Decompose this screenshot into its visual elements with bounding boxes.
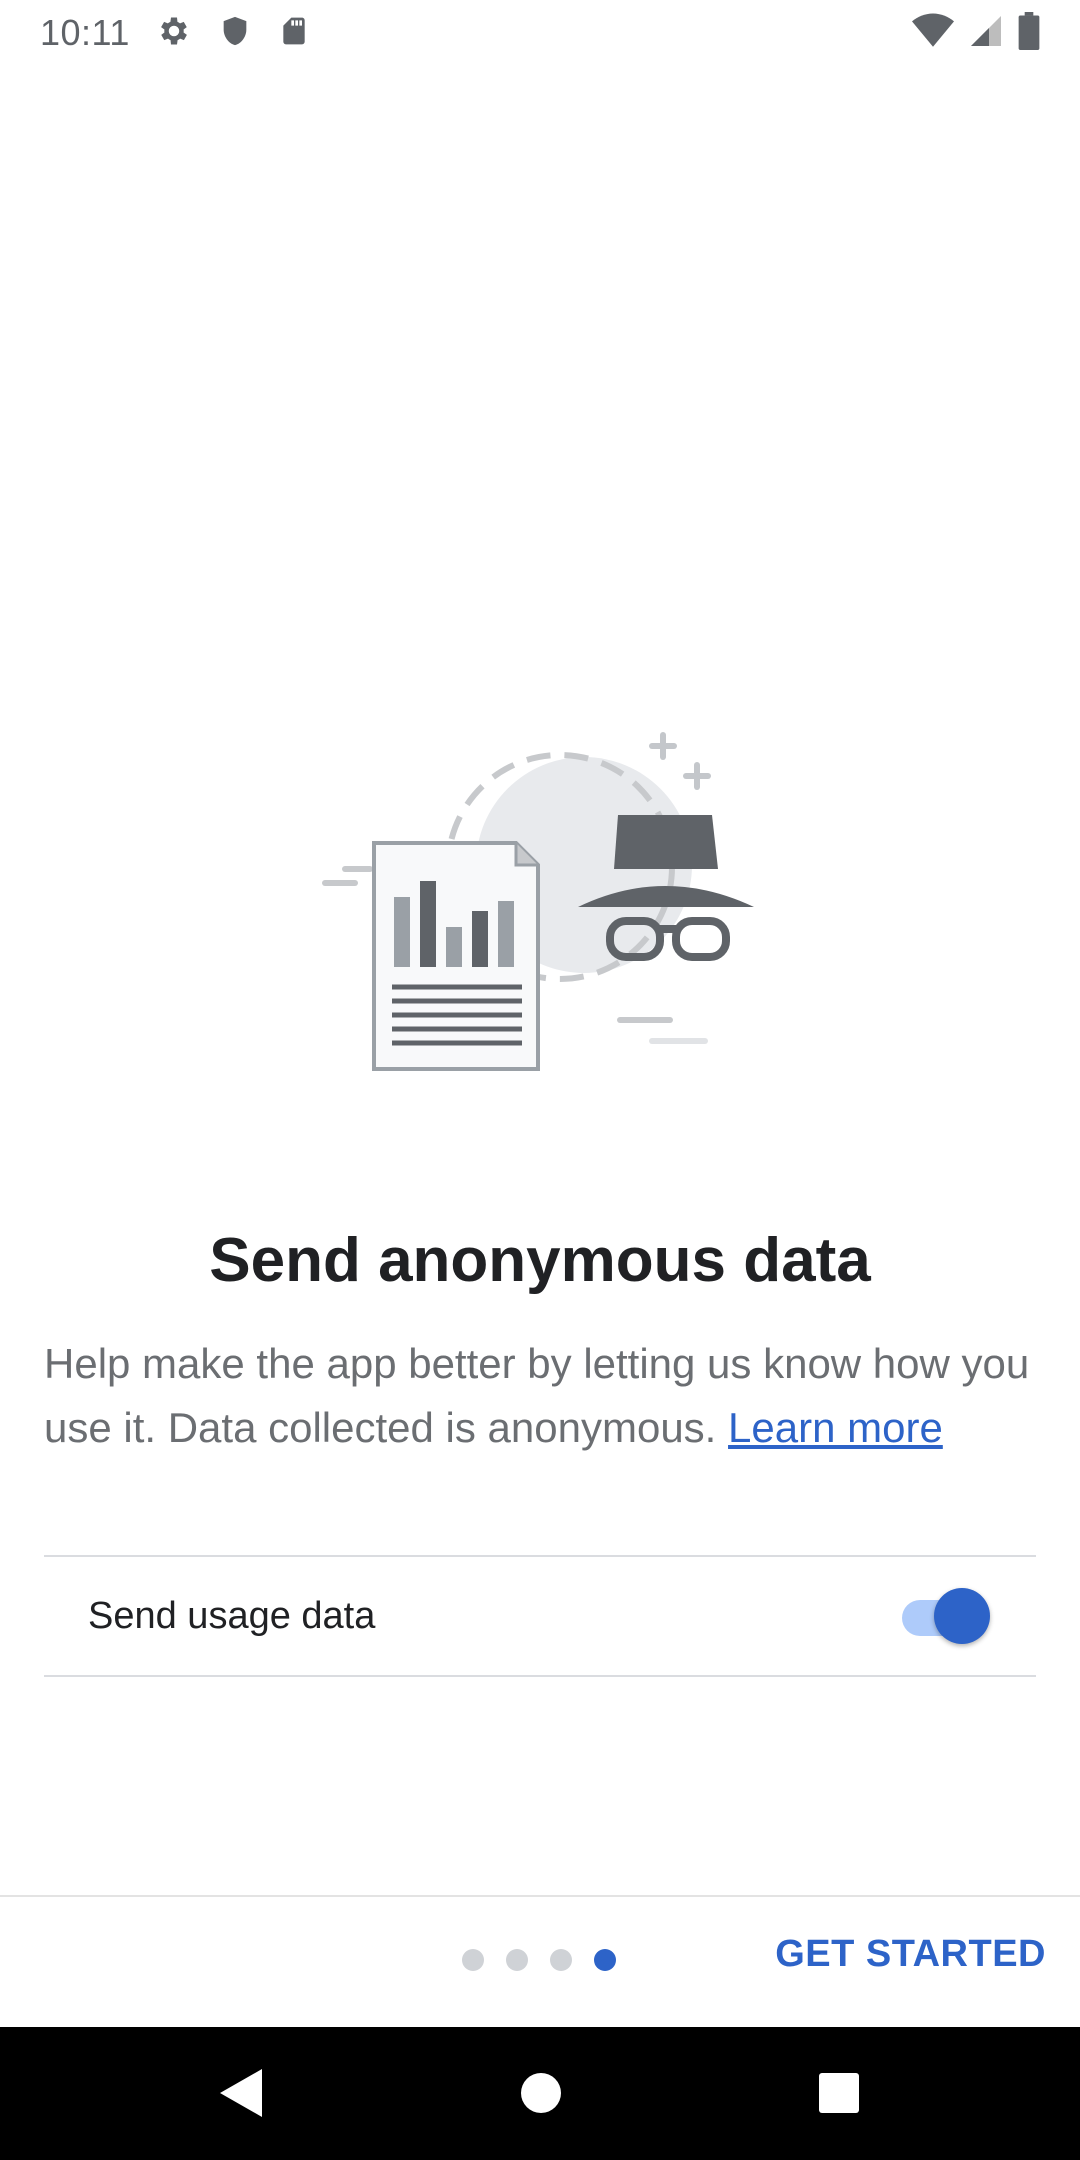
shield-icon <box>218 13 252 54</box>
get-started-button[interactable]: GET STARTED <box>775 1933 1046 1976</box>
status-time: 10:11 <box>40 12 130 53</box>
page-title: Send anonymous data <box>209 1226 871 1295</box>
page-dot-2 <box>506 1949 528 1971</box>
bottom-bar: GET STARTED <box>0 1895 1080 2027</box>
page-dot-3 <box>550 1949 572 1971</box>
divider-bottom <box>44 1675 1036 1677</box>
status-right <box>912 11 1040 55</box>
home-icon[interactable] <box>520 2067 562 2124</box>
privacy-illustration <box>320 715 760 1075</box>
send-usage-data-row[interactable]: Send usage data <box>44 1557 1036 1675</box>
status-bar: 10:11 <box>0 0 1080 66</box>
learn-more-link[interactable]: Learn more <box>728 1404 943 1451</box>
recents-icon[interactable] <box>818 2067 860 2124</box>
battery-icon <box>1018 11 1040 55</box>
settings-icon <box>156 13 192 54</box>
signal-icon <box>968 13 1004 54</box>
wifi-icon <box>912 13 954 54</box>
page-dot-1 <box>462 1949 484 1971</box>
page-indicator <box>462 1949 616 1971</box>
description: Help make the app better by letting us k… <box>44 1332 1044 1460</box>
navigation-bar <box>0 2027 1080 2160</box>
sd-card-icon <box>278 13 310 54</box>
page-dot-4 <box>594 1949 616 1971</box>
toggle-thumb <box>934 1588 990 1644</box>
back-icon[interactable] <box>218 2067 264 2124</box>
setting-label: Send usage data <box>88 1594 376 1637</box>
send-usage-data-toggle[interactable] <box>900 1588 992 1644</box>
sparkle-plus-icon <box>649 732 711 790</box>
status-left: 10:11 <box>40 12 310 54</box>
